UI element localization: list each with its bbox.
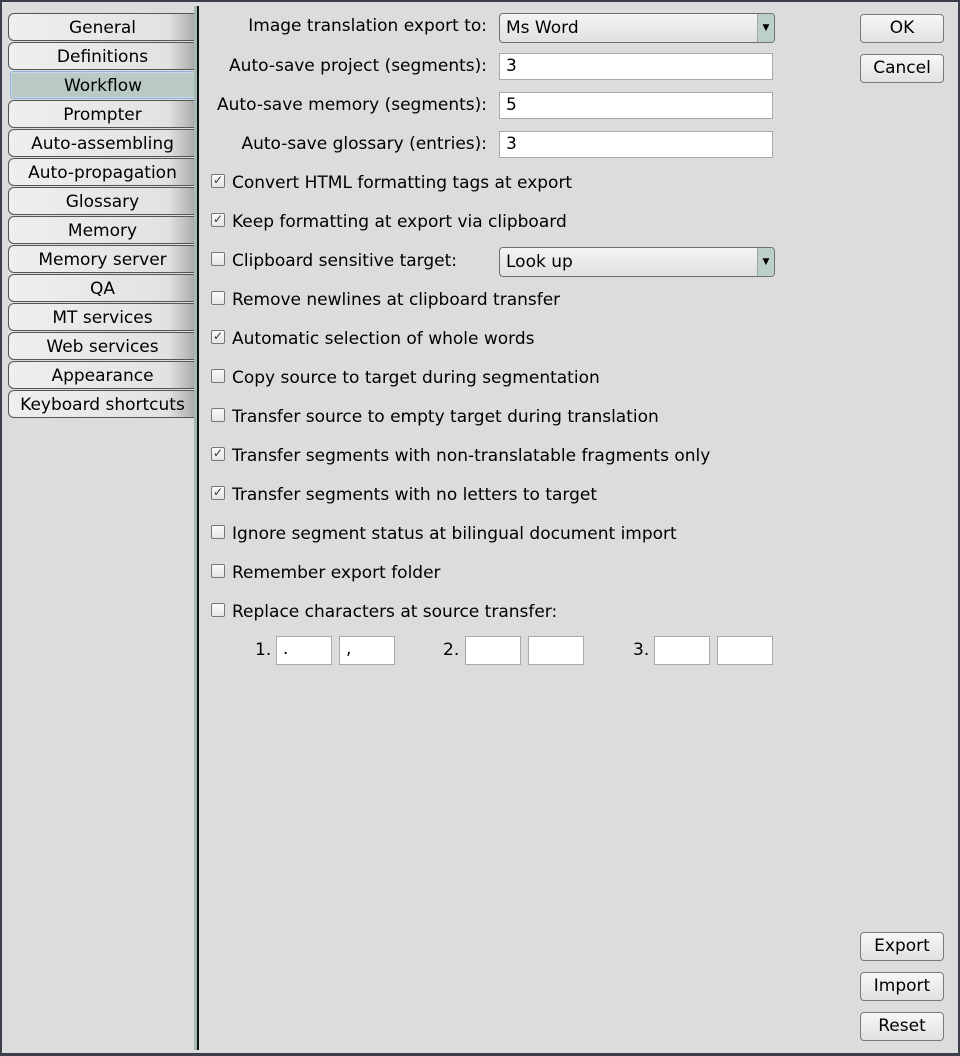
checkbox-label: Keep formatting at export via clipboard [232, 212, 567, 232]
tab-qa[interactable]: QA [8, 274, 196, 302]
tab-prompter[interactable]: Prompter [8, 100, 196, 128]
checkbox-label: Transfer segments with non-translatable … [232, 446, 711, 466]
replace-1-to-input[interactable]: , [339, 636, 395, 665]
checkbox-label: Convert HTML formatting tags at export [232, 173, 573, 193]
autosave-glossary-label: Auto-save glossary (entries): [241, 134, 487, 154]
export-button[interactable]: Export [860, 932, 944, 961]
checkbox-row[interactable]: ✓ Convert HTML formatting tags at export [211, 172, 572, 194]
tab-web-services[interactable]: Web services [8, 332, 196, 360]
checkbox-unchecked-icon[interactable] [211, 564, 225, 578]
replace-3-from-input[interactable] [654, 636, 710, 665]
checkbox-row[interactable]: ✓ Transfer segments with non-translatable… [211, 445, 710, 467]
checkbox-checked-icon[interactable]: ✓ [211, 486, 225, 500]
tab-general[interactable]: General [8, 13, 196, 41]
checkbox-label: Automatic selection of whole words [232, 329, 535, 349]
checkbox-label: Copy source to target during segmentatio… [232, 368, 600, 388]
checkbox-row[interactable]: ✓ Transfer segments with no letters to ta… [211, 484, 597, 506]
replace-3-to-input[interactable] [717, 636, 773, 665]
cancel-button[interactable]: Cancel [860, 54, 944, 83]
checkbox-row[interactable]: ✓ Automatic selection of whole words [211, 328, 535, 350]
tab-memory[interactable]: Memory [8, 216, 196, 244]
replace-1-number: 1. [255, 640, 272, 660]
dropdown-arrow-icon: ▼ [757, 248, 774, 276]
clipboard-target-select[interactable]: Look up ▼ [499, 247, 775, 277]
checkbox-unchecked-icon[interactable] [211, 525, 225, 539]
tab-mt-services[interactable]: MT services [8, 303, 196, 331]
separator [197, 6, 199, 1050]
checkbox-row[interactable]: Replace characters at source transfer: [211, 601, 557, 623]
image-export-value: Ms Word [506, 18, 579, 38]
tab-definitions[interactable]: Definitions [8, 42, 196, 70]
checkbox-unchecked-icon[interactable] [211, 369, 225, 383]
checkbox-row[interactable]: Remove newlines at clipboard transfer [211, 289, 560, 311]
checkbox-unchecked-icon[interactable] [211, 291, 225, 305]
checkbox-unchecked-icon[interactable] [211, 408, 225, 422]
checkbox-row[interactable]: Transfer source to empty target during t… [211, 406, 659, 428]
image-export-select[interactable]: Ms Word ▼ [499, 13, 775, 43]
checkbox-label: Transfer segments with no letters to tar… [232, 485, 598, 505]
tab-workflow[interactable]: Workflow [10, 71, 196, 99]
dropdown-arrow-icon: ▼ [757, 14, 774, 42]
checkbox-label: Replace characters at source transfer: [232, 602, 558, 622]
tab-auto-propagation[interactable]: Auto-propagation [8, 158, 196, 186]
image-export-label: Image translation export to: [248, 16, 487, 36]
tab-memory-server[interactable]: Memory server [8, 245, 196, 273]
checkbox-checked-icon[interactable]: ✓ [211, 174, 225, 188]
tab-keyboard-shortcuts[interactable]: Keyboard shortcuts [8, 390, 196, 418]
checkbox-label: Remove newlines at clipboard transfer [232, 290, 561, 310]
replace-1-from-input[interactable]: . [276, 636, 332, 665]
checkbox-row[interactable]: Clipboard sensitive target: [211, 250, 457, 272]
replace-2-from-input[interactable] [465, 636, 521, 665]
autosave-glossary-input[interactable]: 3 [499, 131, 773, 158]
autosave-project-label: Auto-save project (segments): [229, 56, 487, 76]
checkbox-row[interactable]: Ignore segment status at bilingual docum… [211, 523, 677, 545]
tab-glossary[interactable]: Glossary [8, 187, 196, 215]
ok-button[interactable]: OK [860, 14, 944, 43]
replace-2-to-input[interactable] [528, 636, 584, 665]
replace-2-number: 2. [443, 640, 460, 660]
clipboard-target-value: Look up [506, 252, 573, 272]
checkbox-label: Clipboard sensitive target: [232, 251, 458, 271]
autosave-project-input[interactable]: 3 [499, 53, 773, 80]
autosave-memory-label: Auto-save memory (segments): [217, 95, 487, 115]
checkbox-unchecked-icon[interactable] [211, 603, 225, 617]
checkbox-checked-icon[interactable]: ✓ [211, 213, 225, 227]
tab-appearance[interactable]: Appearance [8, 361, 196, 389]
import-button[interactable]: Import [860, 972, 944, 1001]
tab-auto-assembling[interactable]: Auto-assembling [8, 129, 196, 157]
category-tab-list: General Definitions Workflow Prompter Auto-a… [8, 13, 196, 419]
checkbox-label: Transfer source to empty target during t… [232, 407, 659, 427]
checkbox-row[interactable]: Copy source to target during segmentatio… [211, 367, 600, 389]
reset-button[interactable]: Reset [860, 1012, 944, 1041]
checkbox-checked-icon[interactable]: ✓ [211, 330, 225, 344]
checkbox-unchecked-icon[interactable] [211, 252, 225, 266]
autosave-memory-input[interactable]: 5 [499, 92, 773, 119]
checkbox-checked-icon[interactable]: ✓ [211, 447, 225, 461]
checkbox-label: Ignore segment status at bilingual docum… [232, 524, 677, 544]
checkbox-row[interactable]: Remember export folder [211, 562, 441, 584]
replace-3-number: 3. [633, 640, 650, 660]
checkbox-row[interactable]: ✓ Keep formatting at export via clipboard [211, 211, 567, 233]
checkbox-label: Remember export folder [232, 563, 441, 583]
